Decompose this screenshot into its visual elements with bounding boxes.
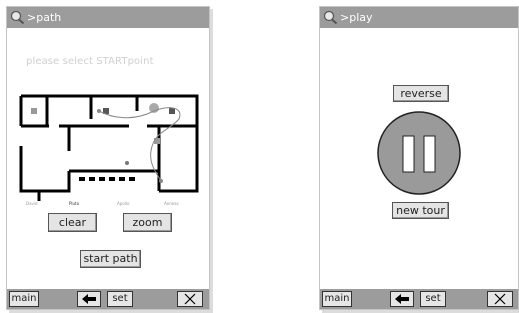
back-button[interactable] — [390, 291, 414, 307]
main-button[interactable]: main — [322, 291, 352, 307]
screen-title: >play — [340, 11, 373, 24]
zoom-button[interactable]: zoom — [123, 213, 172, 232]
close-button[interactable] — [177, 291, 203, 307]
room-label: David — [26, 201, 38, 206]
room-label: Apollo — [117, 201, 130, 206]
screen-title: >path — [27, 11, 62, 24]
set-button[interactable]: set — [420, 291, 446, 307]
title-bar: >play — [320, 7, 518, 28]
museum-floor-plan[interactable] — [19, 91, 199, 206]
left-arrow-icon — [82, 294, 96, 304]
magnifier-icon — [10, 10, 25, 25]
room-label: Aeneas — [164, 201, 179, 206]
path-screen: >path please select STARTpoint David Plu… — [6, 6, 210, 310]
room-label: Pluto — [69, 201, 80, 206]
clear-button[interactable]: clear — [48, 213, 97, 232]
title-bar: >path — [7, 7, 209, 28]
set-button[interactable]: set — [107, 291, 133, 307]
main-button[interactable]: main — [9, 291, 39, 307]
bottom-nav: main set — [320, 289, 518, 309]
bottom-nav: main set — [7, 289, 209, 309]
magnifier-icon — [323, 10, 338, 25]
pause-button[interactable] — [376, 110, 462, 196]
new-tour-button[interactable]: new tour — [392, 202, 449, 219]
left-arrow-icon — [395, 294, 409, 304]
play-screen: >play reverse new tour main set — [319, 6, 519, 310]
select-start-prompt: please select STARTpoint — [26, 56, 154, 67]
start-path-button[interactable]: start path — [80, 250, 141, 268]
close-button[interactable] — [487, 291, 513, 307]
close-icon — [494, 293, 506, 305]
back-button[interactable] — [77, 291, 101, 307]
reverse-button[interactable]: reverse — [393, 85, 449, 102]
close-icon — [184, 293, 196, 305]
